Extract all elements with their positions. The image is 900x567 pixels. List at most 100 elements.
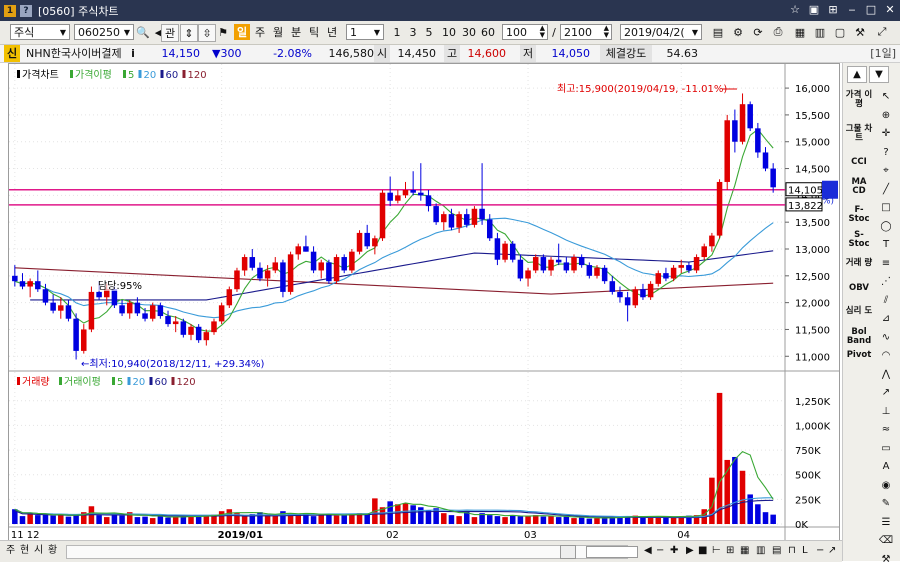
print-icon[interactable]: ⎙: [770, 24, 786, 40]
tools-icon[interactable]: ⚒: [877, 552, 895, 567]
info-button[interactable]: i: [126, 45, 140, 62]
fav-icon[interactable]: ☆: [789, 3, 801, 16]
period-month[interactable]: 월: [270, 24, 286, 40]
period-year[interactable]: 년: [324, 24, 340, 40]
minus-icon[interactable]: −: [656, 544, 664, 558]
line-icon[interactable]: ╱: [877, 182, 895, 197]
indicator-5[interactable]: F- Stoc: [845, 206, 873, 224]
interval-30[interactable]: 30: [460, 24, 478, 40]
minimize-icon[interactable]: ‒: [846, 3, 858, 16]
indicator-8[interactable]: OBV: [845, 284, 873, 293]
period-day[interactable]: 일: [234, 24, 250, 40]
period-tick[interactable]: 틱: [306, 24, 322, 40]
fib-icon[interactable]: ≡: [877, 256, 895, 271]
move-right-icon[interactable]: ▶: [686, 544, 694, 558]
indicator-9[interactable]: 심리 도: [845, 307, 873, 316]
save-icon[interactable]: ▤: [710, 24, 726, 40]
fan-icon[interactable]: ⋰: [877, 274, 895, 289]
search-icon[interactable]: 🔍: [136, 24, 150, 40]
crosshair-icon[interactable]: ✛: [877, 126, 895, 141]
pin-icon[interactable]: ⊢: [712, 544, 721, 558]
wave-icon[interactable]: ≈: [877, 422, 895, 437]
bar-icon[interactable]: ▥: [756, 544, 765, 558]
stop-icon[interactable]: ■: [698, 544, 707, 558]
chart-icon[interactable]: ▤: [772, 544, 781, 558]
zoom-icon[interactable]: ⊕: [877, 108, 895, 123]
list-icon[interactable]: ☰: [877, 515, 895, 530]
chart-panel[interactable]: 16,000 15,500 15,000 14,500 14,000 13,500 13,0…: [8, 63, 840, 541]
count-input[interactable]: 100 ▲ ▼: [502, 24, 548, 40]
cycle-icon[interactable]: ∿: [877, 330, 895, 345]
grid-icon[interactable]: ▦: [740, 544, 749, 558]
gear-icon[interactable]: ⚙: [730, 24, 746, 40]
layout-icon[interactable]: ▥: [812, 24, 828, 40]
tab-market[interactable]: 시: [34, 544, 46, 558]
indicator-4[interactable]: MA CD: [845, 178, 873, 196]
period-minute[interactable]: 분: [288, 24, 304, 40]
tab-status[interactable]: 황: [48, 544, 60, 558]
indicator-7[interactable]: 거래 량: [845, 259, 873, 268]
indicator-1[interactable]: 가격 이평: [845, 91, 873, 109]
close-icon[interactable]: ✕: [884, 3, 896, 16]
interval-10[interactable]: 10: [440, 24, 458, 40]
paint-icon[interactable]: ✎: [877, 496, 895, 511]
erase-icon[interactable]: ⌫: [877, 533, 895, 548]
screen-icon[interactable]: ▣: [808, 3, 820, 16]
camera-icon[interactable]: ◉: [877, 478, 895, 493]
config-icon[interactable]: ⚒: [852, 24, 868, 40]
period-week[interactable]: 주: [252, 24, 268, 40]
maximize-icon[interactable]: □: [865, 3, 877, 16]
total-input[interactable]: 2100 ▲ ▼: [560, 24, 612, 40]
scroll-thumb[interactable]: [560, 545, 576, 559]
lock-icon[interactable]: ⊓: [788, 544, 796, 558]
indicator-3[interactable]: CCI: [845, 158, 873, 167]
move-left-icon[interactable]: ◀: [644, 544, 652, 558]
auto-icon[interactable]: A: [877, 459, 895, 474]
favorite-button[interactable]: 관: [161, 24, 179, 42]
chart-svg[interactable]: 16,00015,50015,00014,50014,00013,50013,0…: [9, 64, 839, 541]
interval-select[interactable]: 1 ▼: [346, 24, 384, 40]
indicator-2[interactable]: 그물 차트: [845, 125, 873, 143]
spin-icon[interactable]: ▲ ▼: [540, 25, 545, 39]
refresh-icon[interactable]: ⟳: [750, 24, 766, 40]
text-icon[interactable]: T: [877, 237, 895, 252]
flag-icon[interactable]: ⚑: [216, 24, 230, 40]
help-icon[interactable]: ?: [20, 4, 32, 17]
pitch-icon[interactable]: ⋀: [877, 367, 895, 382]
code-input[interactable]: 060250 ▼: [74, 24, 134, 40]
indicator-11[interactable]: Pivot: [845, 351, 873, 360]
speed-icon[interactable]: ↗: [877, 385, 895, 400]
interval-3[interactable]: 3: [406, 24, 420, 40]
channel-icon[interactable]: ⫽: [877, 293, 895, 308]
market-select[interactable]: 주식 ▼: [10, 24, 70, 40]
cursor-icon[interactable]: ↖: [877, 89, 895, 104]
indicator-10[interactable]: Bol Band: [845, 328, 873, 346]
interval-1[interactable]: 1: [390, 24, 404, 40]
pointer-icon[interactable]: ⌖: [877, 163, 895, 178]
grid-icon[interactable]: ▦: [792, 24, 808, 40]
scroll-down-icon[interactable]: ▼: [869, 66, 889, 83]
link-icon[interactable]: ⊞: [827, 3, 839, 16]
window-icon[interactable]: ▢: [832, 24, 848, 40]
tab-week[interactable]: 주: [6, 544, 18, 558]
box-icon[interactable]: ▭: [877, 441, 895, 456]
minus-tool-icon[interactable]: −: [816, 544, 824, 558]
spin-icon[interactable]: ⇳: [198, 24, 216, 42]
ellipse-icon[interactable]: ◯: [877, 219, 895, 234]
arc-icon[interactable]: ◠: [877, 348, 895, 363]
date-input[interactable]: 2019/04/2(▼: [620, 24, 702, 40]
arrow-tool-icon[interactable]: ↗: [828, 544, 836, 558]
rect-icon[interactable]: □: [877, 200, 895, 215]
interval-60[interactable]: 60: [479, 24, 497, 40]
expand-icon[interactable]: ⤢: [874, 24, 890, 40]
gann-icon[interactable]: ⊿: [877, 311, 895, 326]
interval-5[interactable]: 5: [422, 24, 436, 40]
tab-current[interactable]: 현: [20, 544, 32, 558]
scroll-up-icon[interactable]: ▲: [847, 66, 867, 83]
updown-icon[interactable]: ⇕: [180, 24, 198, 42]
crosshair-icon[interactable]: ⊞: [726, 544, 734, 558]
help-icon[interactable]: ?: [877, 145, 895, 160]
zoom-slider[interactable]: [586, 546, 638, 558]
spin-icon[interactable]: ▲ ▼: [604, 25, 609, 39]
indicator-6[interactable]: S- Stoc: [845, 231, 873, 249]
